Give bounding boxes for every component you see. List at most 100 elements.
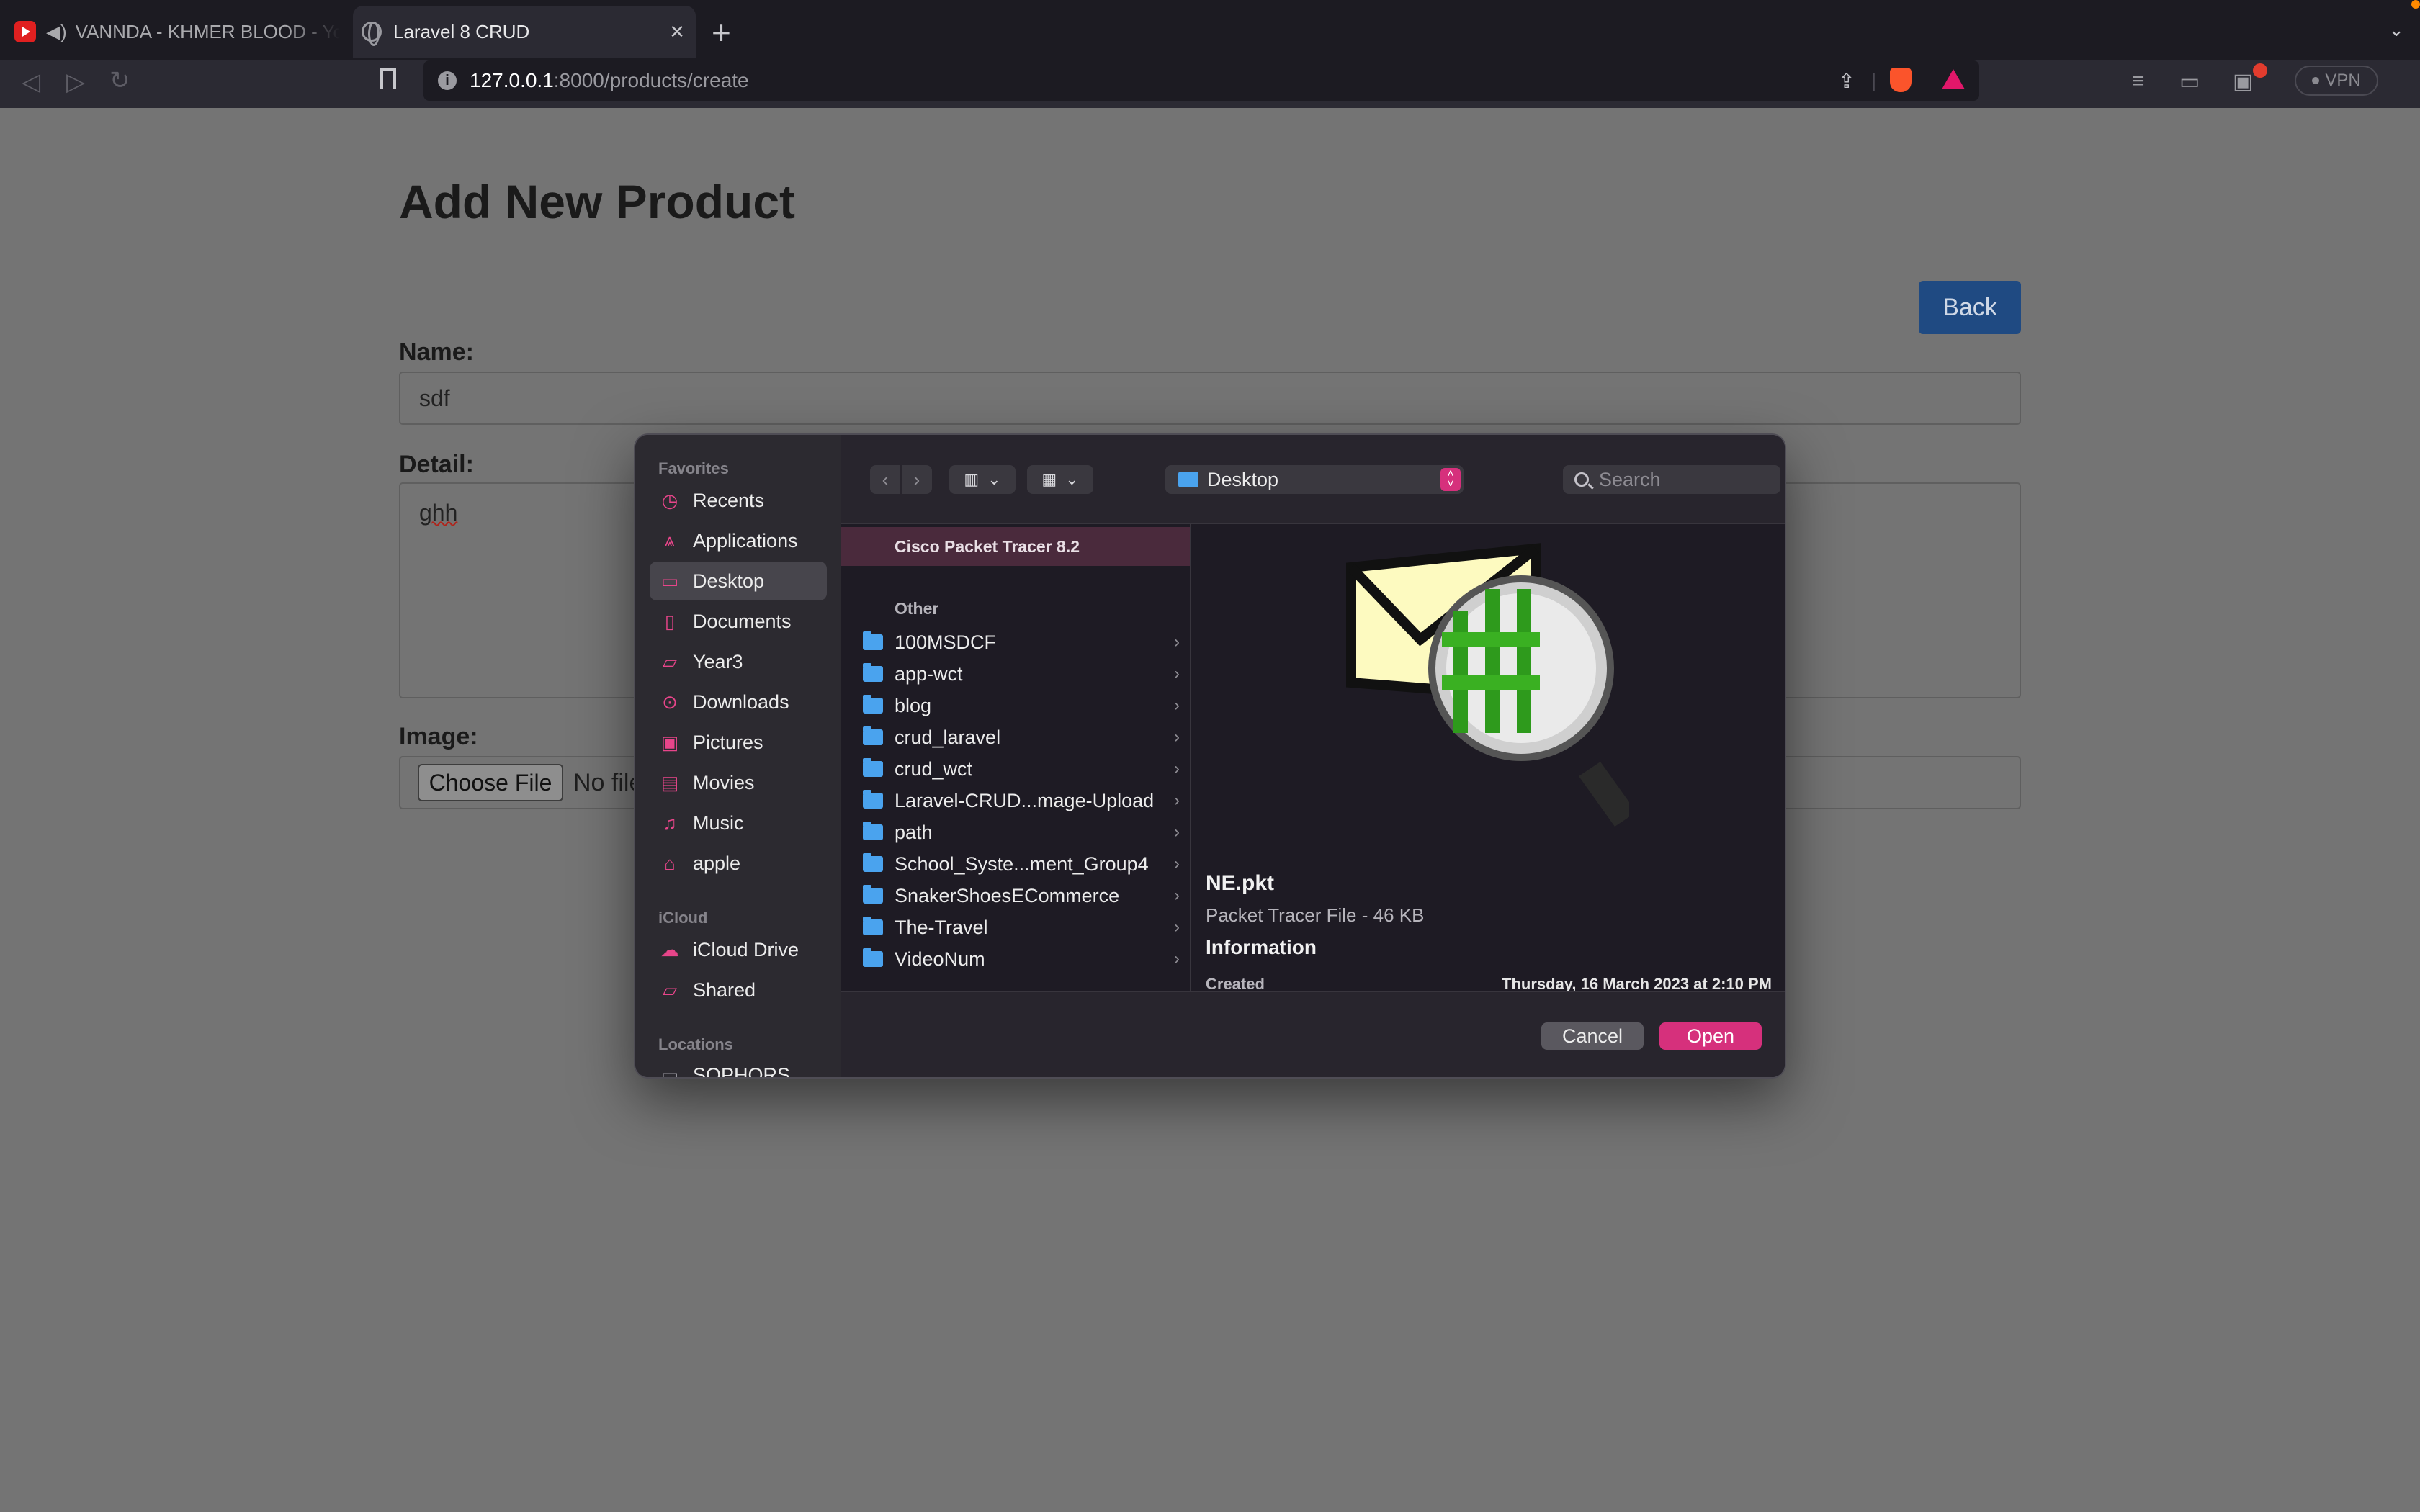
folder-row[interactable]: The-Travel › xyxy=(863,912,1180,943)
back-nav-button[interactable]: ‹ xyxy=(870,465,900,494)
sidebar-item-computer[interactable]: ▭ SOPHORS xyxy=(650,1056,827,1079)
new-tab-button[interactable]: + xyxy=(712,13,731,52)
folder-row[interactable]: SnakerShoesECommerce › xyxy=(863,880,1180,912)
forward-arrow-icon[interactable]: ▷ xyxy=(66,68,85,96)
tab-laravel-crud[interactable]: Laravel 8 CRUD × xyxy=(353,6,696,58)
folder-row[interactable]: Laravel-CRUD...mage-Upload › xyxy=(863,785,1180,816)
search-icon xyxy=(1574,472,1589,487)
speaker-muted-icon[interactable]: ◀) xyxy=(46,21,67,43)
sidebar-item-label: iCloud Drive xyxy=(693,938,799,960)
playlist-icon[interactable]: ≡ xyxy=(2132,69,2145,94)
chevron-right-icon: › xyxy=(1174,632,1180,652)
tab-label: Laravel 8 CRUD xyxy=(393,20,530,42)
sidebar-item-desktop[interactable]: ▭ Desktop xyxy=(650,562,827,600)
folder-row[interactable]: blog › xyxy=(863,690,1180,721)
share-icon[interactable]: ⇪ xyxy=(1838,69,1855,93)
chevron-down-icon[interactable]: ⌄ xyxy=(2388,19,2404,41)
sidebar-item-music[interactable]: ♫ Music xyxy=(650,804,827,842)
vpn-status-dot xyxy=(2312,77,2320,84)
clock-icon: ◷ xyxy=(661,489,678,511)
name-input[interactable]: sdf xyxy=(399,372,2021,425)
sidebar-item-documents[interactable]: ▯ Documents xyxy=(650,602,827,641)
sidebar-item-pictures[interactable]: ▣ Pictures xyxy=(650,723,827,762)
url-host: 127.0.0.1 xyxy=(470,69,554,91)
sidebar-item-downloads[interactable]: ⊙ Downloads xyxy=(650,683,827,721)
cancel-button[interactable]: Cancel xyxy=(1541,1022,1644,1050)
folder-icon xyxy=(863,853,883,872)
favorites-header: Favorites xyxy=(658,459,729,477)
file-preview: NE.pkt Packet Tracer File - 46 KB Inform… xyxy=(1191,524,1785,993)
preview-file-kind: Packet Tracer File - 46 KB xyxy=(1206,904,1425,926)
separator: | xyxy=(1871,69,1877,91)
folder-row[interactable]: 100MSDCF › xyxy=(863,626,1180,658)
open-button[interactable]: Open xyxy=(1659,1022,1762,1050)
home-icon: ⌂ xyxy=(664,852,676,874)
sidebar-item-year3[interactable]: ▱ Year3 xyxy=(650,642,827,681)
chevron-right-icon: › xyxy=(1174,791,1180,810)
folder-row[interactable]: crud_laravel › xyxy=(863,721,1180,753)
sidebar-item-recents[interactable]: ◷ Recents xyxy=(650,481,827,520)
grid-icon: ▦ xyxy=(1041,470,1057,488)
sidebar-item-applications[interactable]: ⩓ Applications xyxy=(650,521,827,560)
column-view-button[interactable]: ▥ ⌄ xyxy=(949,465,1016,494)
section-other-header: Other xyxy=(895,599,939,618)
sidebar-item-movies[interactable]: ▤ Movies xyxy=(650,763,827,802)
brave-shields-icon[interactable] xyxy=(1890,68,1912,92)
sidebar-item-shared[interactable]: ▱ Shared xyxy=(650,971,827,1009)
search-field[interactable]: Search xyxy=(1563,465,1780,494)
back-button[interactable]: Back xyxy=(1919,281,2021,334)
updown-chevron-icon: ˄ ˅ xyxy=(1440,468,1461,491)
columns-icon: ▥ xyxy=(964,470,980,488)
document-icon: ▯ xyxy=(664,610,676,632)
chevron-right-icon: › xyxy=(1174,727,1180,747)
sidebar-item-label: Shared xyxy=(693,978,756,1001)
sidebar-item-label: Year3 xyxy=(693,650,743,672)
sidebar-item-label: Music xyxy=(693,811,744,834)
dialog-footer: Cancel Open xyxy=(841,991,1785,1077)
chevron-right-icon: › xyxy=(1174,886,1180,905)
movies-icon: ▤ xyxy=(660,771,679,793)
notification-dot xyxy=(2411,0,2420,9)
list-item-selected-app[interactable]: Cisco Packet Tracer 8.2 xyxy=(841,527,1190,566)
choose-file-button[interactable]: Choose File xyxy=(418,764,563,801)
folder-name: crud_laravel xyxy=(895,726,1001,748)
site-info-icon[interactable]: i xyxy=(438,71,457,90)
address-bar[interactable]: i 127.0.0.1:8000/products/create xyxy=(424,60,1979,101)
sidebar-item-home[interactable]: ⌂ apple xyxy=(650,844,827,883)
folder-row[interactable]: path › xyxy=(863,816,1180,848)
chevron-right-icon: › xyxy=(1174,822,1180,842)
folder-row[interactable]: School_Syste...ment_Group4 › xyxy=(863,848,1180,880)
dialog-toolbar: ‹ › ▥ ⌄ ▦ ⌄ Desktop ˄ ˅ Search xyxy=(841,435,1785,524)
tab-youtube[interactable]: ◀) VANNDA - KHMER BLOOD - You xyxy=(14,6,340,58)
computer-icon: ▭ xyxy=(660,1063,679,1079)
bookmark-icon[interactable] xyxy=(380,68,396,89)
dialog-main: ‹ › ▥ ⌄ ▦ ⌄ Desktop ˄ ˅ Search Cisco Packet… xyxy=(841,435,1785,1077)
vpn-button[interactable]: VPN xyxy=(2295,66,2378,96)
sidebar-icon[interactable]: ▭ xyxy=(2179,69,2200,94)
brave-rewards-icon[interactable] xyxy=(1942,69,1965,89)
group-view-button[interactable]: ▦ ⌄ xyxy=(1027,465,1093,494)
sidebar-item-label: Documents xyxy=(693,610,792,632)
location-popup[interactable]: Desktop ˄ ˅ xyxy=(1165,465,1464,494)
location-label: Desktop xyxy=(1207,468,1279,490)
reload-icon[interactable]: ↻ xyxy=(109,66,130,95)
folder-row[interactable]: VideoNum › xyxy=(863,943,1180,975)
sidebar-item-icloud-drive[interactable]: ☁ iCloud Drive xyxy=(650,930,827,969)
folder-name: blog xyxy=(895,694,932,716)
detail-label: Detail: xyxy=(399,451,474,478)
folder-row[interactable]: crud_wct › xyxy=(863,753,1180,785)
folder-row[interactable]: app-wct › xyxy=(863,658,1180,690)
chevron-down-icon: ⌄ xyxy=(987,470,1001,488)
preview-info-title: Information xyxy=(1206,936,1317,958)
folder-name: VideoNum xyxy=(895,948,985,970)
wallet-icon[interactable]: ▣ xyxy=(2233,69,2253,94)
cloud-icon: ☁ xyxy=(660,938,679,960)
folder-name: Laravel-CRUD...mage-Upload xyxy=(895,789,1155,811)
folder-icon xyxy=(863,790,883,809)
folder-name: path xyxy=(895,821,933,843)
close-tab-icon[interactable]: × xyxy=(663,18,691,46)
chevron-right-icon: › xyxy=(1174,696,1180,715)
back-arrow-icon[interactable]: ◁ xyxy=(22,68,40,96)
folder-icon xyxy=(1178,472,1198,487)
forward-nav-button[interactable]: › xyxy=(902,465,932,494)
